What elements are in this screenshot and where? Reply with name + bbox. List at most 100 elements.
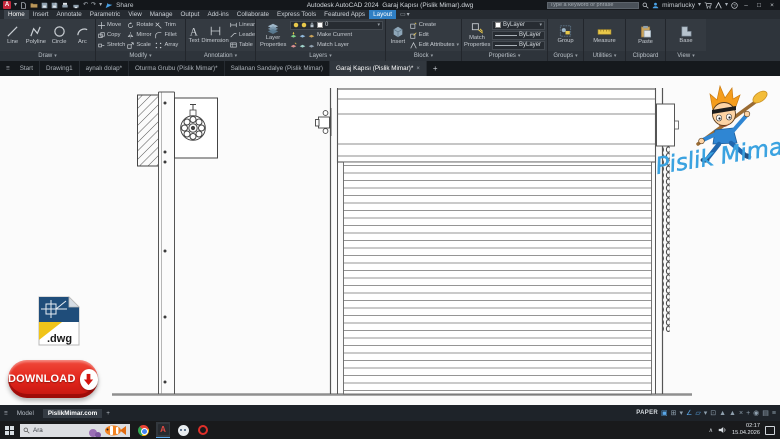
tool-match-layer[interactable]: Match Layer (290, 41, 383, 50)
doc-tab-aynali-dolap[interactable]: aynalı dolap* (80, 61, 129, 76)
osnap-icon[interactable]: ⊡ (710, 410, 716, 417)
polar-tracking-icon[interactable]: ∠ (686, 410, 692, 417)
username-label[interactable]: mimarlucky (662, 2, 695, 9)
open-folder-icon[interactable] (30, 2, 38, 9)
autoscale-icon[interactable]: ▲ (729, 410, 736, 417)
annotation-monitor-icon[interactable]: ◉ (753, 410, 759, 417)
tool-arc[interactable]: Arc (72, 25, 93, 45)
speaker-icon[interactable] (718, 426, 727, 434)
action-center-icon[interactable] (765, 426, 775, 435)
autodesk-apps-icon[interactable] (715, 2, 722, 9)
tab-featured-apps[interactable]: Featured Apps (320, 10, 369, 19)
snap-caret-icon[interactable]: ▾ (680, 410, 684, 417)
panel-footer-utilities[interactable]: Utilities▾ (584, 51, 625, 61)
tool-paste[interactable]: Paste (633, 25, 659, 45)
file-tabs-menu[interactable]: ≡ (2, 61, 14, 76)
tab-output[interactable]: Output (177, 10, 204, 19)
tool-make-current[interactable]: Make Current (290, 31, 383, 40)
ucs-icon[interactable]: ▣ (661, 410, 668, 417)
tool-layer-properties[interactable]: Layer Properties (258, 22, 288, 47)
download-button[interactable]: DOWNLOAD (8, 360, 98, 398)
taskbar-app-autocad[interactable]: A (156, 422, 170, 438)
user-icon[interactable] (652, 2, 659, 9)
linetype-select[interactable]: ByLayer (492, 41, 545, 50)
garage-door-drawing[interactable]: Pislik Mimar (0, 76, 780, 405)
paper-space-label[interactable]: PAPER (636, 410, 658, 416)
doc-tab-start[interactable]: Start (14, 61, 40, 76)
app-menu-caret-icon[interactable]: ▾ (14, 2, 17, 8)
autocad-app-icon[interactable]: A (3, 1, 11, 9)
doc-tab-oturma-grubu[interactable]: Oturma Grubu (Pislik Mimar)* (129, 61, 225, 76)
tab-collaborate[interactable]: Collaborate (233, 10, 273, 19)
undo-icon[interactable]: ↶ (83, 2, 88, 8)
annotation-visibility-icon[interactable]: ▲ (719, 410, 726, 417)
tab-express-tools[interactable]: Express Tools (273, 10, 320, 19)
tool-rotate[interactable]: Rotate (127, 21, 153, 30)
tool-circle[interactable]: Circle (49, 25, 70, 45)
help-icon[interactable]: ? (731, 2, 738, 9)
layout-tab-pislikmimar[interactable]: PislikMimar.com (43, 409, 102, 418)
tool-text[interactable]: A Text (188, 25, 200, 44)
grid-icon[interactable]: ⊞ (671, 410, 677, 417)
tool-measure[interactable]: Measure (590, 26, 620, 44)
help-search-input[interactable] (547, 2, 639, 9)
print-icon[interactable] (72, 2, 80, 9)
hidden-icons-chevron-icon[interactable]: ∧ (709, 427, 713, 434)
tool-mirror[interactable]: Mirror (127, 31, 153, 40)
tab-insert[interactable]: Insert (29, 10, 53, 19)
object-color-select[interactable]: ByLayer▾ (492, 21, 545, 30)
doc-tab-garaj-kapisi[interactable]: Garaj Kapısı (Pislik Mimar)*× (330, 61, 427, 76)
qat-caret-icon[interactable]: ▾ (99, 2, 102, 8)
share-button[interactable]: Share (116, 2, 133, 9)
tab-manage[interactable]: Manage (146, 10, 177, 19)
tool-group[interactable]: Group (553, 25, 579, 44)
panel-footer-annotation[interactable]: Annotation▾ (186, 51, 255, 61)
layer-select[interactable]: 0 ▾ (290, 21, 383, 30)
panel-footer-modify[interactable]: Modify▾ (96, 51, 185, 61)
tab-home[interactable]: Home (4, 10, 29, 19)
tab-annotate[interactable]: Annotate (53, 10, 86, 19)
tool-match-properties[interactable]: Match Properties (464, 22, 490, 47)
tool-leader[interactable]: Leader (230, 31, 255, 40)
layout-menu-hamburger-icon[interactable]: ≡ (4, 410, 8, 417)
tool-line[interactable]: Line (2, 25, 23, 45)
drawing-area[interactable]: Pislik Mimar .dwg DOWNLOAD (0, 76, 780, 405)
taskbar-app-3[interactable] (176, 422, 190, 438)
workspace-plus-icon[interactable]: + (746, 410, 750, 417)
isodraft-caret-icon[interactable]: ▾ (704, 410, 708, 417)
close-button[interactable]: × (767, 2, 777, 9)
quick-properties-icon[interactable]: ▤ (762, 410, 769, 417)
tool-edit-block[interactable]: Edit (410, 31, 459, 40)
annotation-scale-icon[interactable]: × (739, 410, 743, 417)
taskbar-app-opera[interactable] (196, 422, 210, 438)
tool-linear[interactable]: Linear (230, 21, 255, 30)
tab-parametric[interactable]: Parametric (86, 10, 124, 19)
ortho-icon[interactable]: ▱ (695, 410, 700, 417)
panel-footer-groups[interactable]: Groups▾ (548, 51, 583, 61)
model-tab[interactable]: Model (12, 409, 39, 418)
start-button[interactable] (5, 426, 14, 435)
apps-caret-icon[interactable]: ▾ (725, 2, 728, 8)
maximize-button[interactable]: □ (754, 2, 764, 9)
tab-addins[interactable]: Add-ins (203, 10, 232, 19)
taskbar-clock[interactable]: 02:17 15.04.2026 (732, 423, 760, 436)
ribbon-display-switcher[interactable]: ▭▾ (396, 10, 414, 19)
panel-footer-draw[interactable]: Draw▾ (0, 51, 95, 61)
new-layout-button[interactable]: + (106, 410, 110, 417)
redo-icon[interactable]: ↷ (91, 2, 96, 8)
tool-table[interactable]: Table (230, 41, 255, 50)
tool-move[interactable]: Move (98, 21, 125, 30)
tool-base[interactable]: Base (674, 25, 698, 44)
save-icon[interactable] (41, 2, 48, 9)
tool-trim[interactable]: Trim (155, 21, 178, 30)
lineweight-select[interactable]: ByLayer (492, 31, 545, 40)
tab-close-icon[interactable]: × (416, 66, 420, 72)
tool-insert[interactable]: Insert (388, 25, 408, 45)
share-icon[interactable] (105, 2, 113, 9)
tool-fillet[interactable]: Fillet (155, 31, 178, 40)
tool-dimension[interactable]: Dimension (202, 25, 228, 44)
tool-array[interactable]: Array (155, 41, 178, 50)
user-caret-icon[interactable]: ▾ (698, 2, 701, 8)
tool-stretch[interactable]: Stretch (98, 41, 125, 50)
cart-icon[interactable] (704, 2, 712, 9)
